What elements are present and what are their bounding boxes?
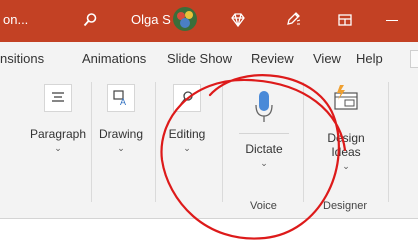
voice-group-label: Voice <box>250 200 277 212</box>
diamond-icon[interactable] <box>230 12 246 28</box>
design-ideas-icon <box>331 84 361 119</box>
editing-label: Editing <box>168 127 206 141</box>
group-separator <box>222 82 223 202</box>
design-ideas-label-line2: Ideas <box>331 145 361 159</box>
dictate-label: Dictate <box>245 142 283 156</box>
tab-slide-show[interactable]: Slide Show <box>167 51 232 66</box>
tab-overflow-edge[interactable] <box>410 50 418 68</box>
user-name[interactable]: Olga S <box>131 12 171 27</box>
designer-group-label: Designer <box>323 200 368 212</box>
design-ideas-label-line1: Design <box>327 131 365 145</box>
tab-review[interactable]: Review <box>251 51 294 66</box>
search-icon[interactable] <box>82 12 98 28</box>
ribbon-tab-bar: nsitions Animations Slide Show Review Vi… <box>0 42 418 76</box>
design-ideas-button[interactable]: Design Ideas ⌄ <box>318 84 374 171</box>
tab-view[interactable]: View <box>313 51 341 66</box>
restore-window-icon[interactable] <box>338 13 352 27</box>
split-divider <box>239 133 289 134</box>
pen-icon[interactable] <box>285 11 301 27</box>
paragraph-icon <box>44 84 72 112</box>
editing-icon <box>173 84 201 112</box>
chevron-down-icon: ⌄ <box>183 143 191 153</box>
tab-animations[interactable]: Animations <box>82 51 146 66</box>
document-name[interactable]: on... <box>3 12 28 27</box>
drawing-label: Drawing <box>99 127 144 141</box>
drawing-button[interactable]: A Drawing ⌄ <box>99 84 143 153</box>
chevron-down-icon: ⌄ <box>260 158 268 168</box>
microphone-icon <box>255 90 273 129</box>
chevron-down-icon: ⌄ <box>54 143 62 153</box>
minimize-icon[interactable] <box>386 20 398 21</box>
ribbon-body: Paragraph ⌄ A Drawing ⌄ Editing ⌄ Dictat… <box>0 76 418 219</box>
group-separator <box>91 82 92 202</box>
paragraph-label: Paragraph <box>29 127 87 141</box>
svg-text:A: A <box>120 97 126 107</box>
tab-transitions[interactable]: nsitions <box>0 51 44 66</box>
drawing-icon: A <box>107 84 135 112</box>
group-separator <box>388 82 389 202</box>
chevron-down-icon: ⌄ <box>342 161 350 171</box>
group-separator <box>155 82 156 202</box>
user-avatar[interactable] <box>172 6 198 32</box>
tab-help[interactable]: Help <box>356 51 383 66</box>
dictate-button[interactable]: Dictate ⌄ <box>236 90 292 168</box>
editing-button[interactable]: Editing ⌄ <box>164 84 210 153</box>
group-separator <box>303 82 304 202</box>
paragraph-button[interactable]: Paragraph ⌄ <box>29 84 87 153</box>
title-bar: on... Olga S <box>0 0 418 42</box>
chevron-down-icon: ⌄ <box>117 143 125 153</box>
